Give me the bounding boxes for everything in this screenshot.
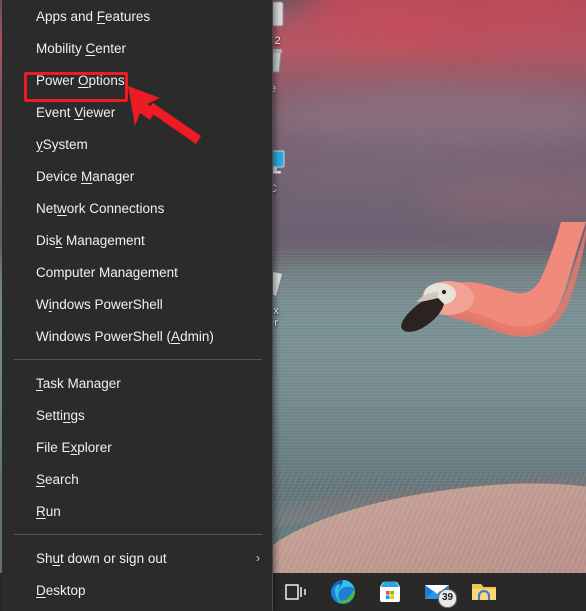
microsoft-store-icon bbox=[379, 581, 400, 602]
menu-item-windows-powershell-admin[interactable]: Windows PowerShell (Admin) bbox=[2, 320, 272, 352]
task-view-button[interactable] bbox=[272, 573, 319, 611]
menu-item-label: Network Connections bbox=[36, 200, 165, 216]
menu-item-power-options[interactable]: Power Options bbox=[2, 64, 272, 96]
menu-item-device-manager[interactable]: Device Manager bbox=[2, 160, 272, 192]
cloud-shape bbox=[420, 24, 586, 64]
mail-unread-badge: 39 bbox=[438, 589, 457, 608]
menu-separator-2 bbox=[14, 534, 262, 535]
menu-item-label: Settings bbox=[36, 407, 85, 423]
menu-item-mobility-center[interactable]: Mobility Center bbox=[2, 32, 272, 64]
microsoft-edge-button[interactable] bbox=[319, 573, 366, 611]
file-explorer-button[interactable] bbox=[460, 573, 507, 611]
menu-item-task-manager[interactable]: Task Manager bbox=[2, 367, 272, 399]
menu-item-label: Mobility Center bbox=[36, 40, 127, 56]
menu-item-label: Event Viewer bbox=[36, 104, 116, 120]
menu-item-label: Desktop bbox=[36, 582, 86, 598]
cloud-shape bbox=[280, 150, 540, 200]
menu-item-computer-management[interactable]: Computer Management bbox=[2, 256, 272, 288]
task-view-icon bbox=[284, 584, 306, 600]
menu-item-label: Disk Management bbox=[36, 232, 145, 248]
desktop-screen: e 2 e C ox er bbox=[0, 0, 586, 611]
menu-item-settings[interactable]: Settings bbox=[2, 399, 272, 431]
menu-item-event-viewer[interactable]: Event Viewer bbox=[2, 96, 272, 128]
cloud-shape bbox=[300, 0, 586, 44]
menu-item-search[interactable]: Search bbox=[2, 463, 272, 495]
menu-item-disk-management[interactable]: Disk Management bbox=[2, 224, 272, 256]
cloud-shape bbox=[272, 86, 586, 146]
menu-item-windows-powershell[interactable]: Windows PowerShell bbox=[2, 288, 272, 320]
menu-separator-1 bbox=[14, 359, 262, 360]
menu-item-label: Shut down or sign out bbox=[36, 550, 167, 566]
menu-item-network-connections[interactable]: Network Connections bbox=[2, 192, 272, 224]
menu-item-run[interactable]: Run bbox=[2, 495, 272, 527]
menu-item-label: File Explorer bbox=[36, 439, 112, 455]
menu-item-label: Windows PowerShell (Admin) bbox=[36, 328, 214, 344]
chevron-right-icon: › bbox=[256, 551, 260, 565]
microsoft-edge-icon bbox=[330, 580, 355, 604]
menu-item-label: Device Manager bbox=[36, 168, 135, 184]
file-explorer-icon bbox=[471, 584, 496, 600]
menu-item-label: Apps and Features bbox=[36, 8, 151, 24]
mail-button[interactable]: 39 bbox=[413, 573, 460, 611]
menu-item-label: Run bbox=[36, 503, 61, 519]
microsoft-store-button[interactable] bbox=[366, 573, 413, 611]
cloud-shape bbox=[420, 176, 586, 222]
menu-item-label: Task Manager bbox=[36, 375, 121, 391]
menu-item-shut-down-or-sign-out[interactable]: Shut down or sign out › bbox=[2, 542, 272, 574]
menu-item-desktop[interactable]: Desktop bbox=[2, 574, 272, 606]
menu-item-label: ySystem bbox=[36, 136, 88, 152]
menu-item-label: Power Options bbox=[36, 72, 125, 88]
menu-item-system[interactable]: ySystem bbox=[2, 128, 272, 160]
menu-item-apps-and-features[interactable]: Apps and Features bbox=[2, 0, 272, 32]
winx-power-user-menu: Apps and Features Mobility Center Power … bbox=[2, 0, 273, 611]
menu-item-label: Windows PowerShell bbox=[36, 296, 163, 312]
menu-item-label: Computer Management bbox=[36, 264, 178, 280]
menu-item-label: Search bbox=[36, 471, 79, 487]
menu-item-file-explorer[interactable]: File Explorer bbox=[2, 431, 272, 463]
flamingo-illustration bbox=[400, 222, 586, 422]
